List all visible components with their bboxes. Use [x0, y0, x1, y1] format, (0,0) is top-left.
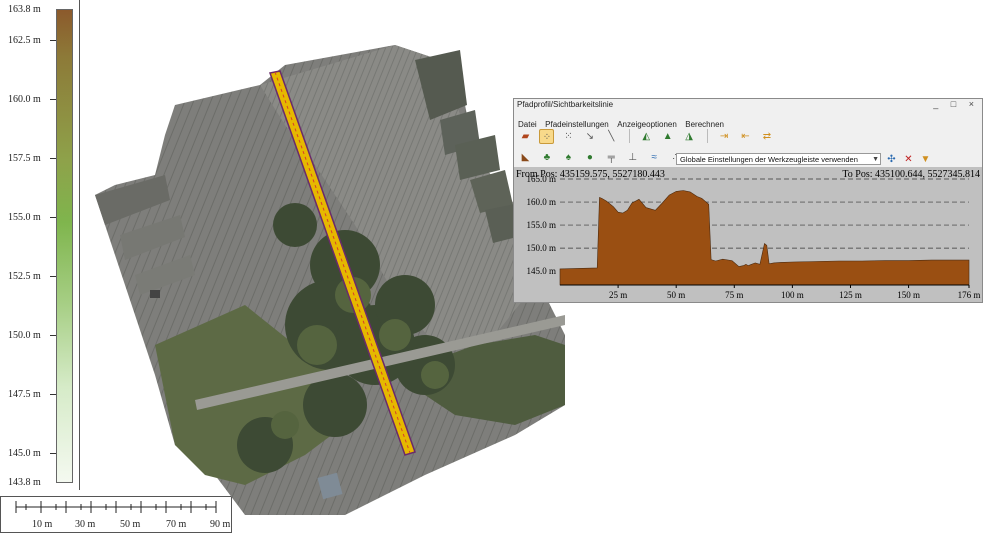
x-tick-label: 125 m [839, 290, 862, 300]
window-title: Pfadprofil/Sichtbarkeitslinie [517, 100, 614, 109]
scale-label: 30 m [75, 519, 96, 530]
arrow-right-icon[interactable]: ⇥ [717, 129, 732, 144]
toolbar-settings-value: Globale Einstellungen der Werkzeugleiste… [680, 155, 858, 164]
water-icon[interactable]: ≈ [647, 150, 662, 165]
tools-icon[interactable]: ✣ [884, 152, 899, 167]
x-tick-label: 176 m [958, 290, 981, 300]
y-tick-label: 165.0 m [526, 174, 556, 184]
menu-pfadeinstellungen[interactable]: Pfadeinstellungen [545, 120, 609, 129]
minimize-button[interactable]: _ [933, 99, 943, 109]
elevation-profile-chart[interactable]: 165.0 m 160.0 m 155.0 m 150.0 m 145.0 m 25 m 5… [514, 167, 982, 302]
filter-icon[interactable]: ▼ [918, 152, 933, 167]
elevation-legend: 163.8 m 162.5 m 160.0 m 157.5 m 155.0 m … [0, 0, 80, 490]
mountain-icon[interactable]: ▲ [660, 129, 675, 144]
chevron-down-icon[interactable]: ▼ [872, 154, 879, 165]
legend-label: 150.0 m [8, 330, 41, 341]
x-tick-label: 75 m [725, 290, 743, 300]
legend-label: 143.8 m [8, 477, 41, 488]
legend-label: 162.5 m [8, 35, 41, 46]
arrow-left-icon[interactable]: ⇤ [738, 129, 753, 144]
scale-label: 50 m [120, 519, 141, 530]
legend-label: 157.5 m [8, 153, 41, 164]
elevation-color-ramp [56, 9, 73, 483]
profile-points-icon[interactable]: ⁘ [539, 129, 555, 144]
vegetation-icon[interactable]: ♣ [539, 150, 554, 165]
path-profile-window[interactable]: Pfadprofil/Sichtbarkeitslinie _ □ × Date… [513, 98, 983, 303]
clear-icon[interactable]: ✕ [901, 152, 916, 167]
grid-points-icon[interactable]: ⁙ [561, 129, 576, 144]
mountain-alt-icon[interactable]: ◮ [682, 129, 697, 144]
elevation-area [559, 190, 970, 286]
menu-anzeigeoptionen[interactable]: Anzeigeoptionen [617, 120, 677, 129]
menu-datei[interactable]: Datei [518, 120, 537, 129]
terrain-icon[interactable]: ◭ [639, 129, 654, 144]
close-button[interactable]: × [969, 99, 979, 109]
ruler-icon[interactable]: ▰ [518, 129, 533, 144]
tree-icon[interactable]: ♠ [561, 150, 576, 165]
toolbar-row-1: ▰ ⁘ ⁙ ↘ ╲ ◭ ▲ ◮ ⇥ ⇤ ⇄ [518, 129, 776, 146]
legend-label: 145.0 m [8, 448, 41, 459]
scale-label: 90 m [210, 519, 231, 530]
arrow-swap-icon[interactable]: ⇄ [759, 129, 774, 144]
x-tick-label: 100 m [781, 290, 804, 300]
line-draw-icon[interactable]: ╲ [604, 129, 619, 144]
y-tick-label: 160.0 m [526, 197, 556, 207]
legend-label: 155.0 m [8, 212, 41, 223]
elevation-icon[interactable]: ◣ [518, 150, 533, 165]
legend-label: 152.5 m [8, 271, 41, 282]
y-tick-label: 145.0 m [526, 266, 556, 276]
line-select-icon[interactable]: ↘ [582, 129, 597, 144]
tree-round-icon[interactable]: ● [582, 150, 597, 165]
aerial-map[interactable] [95, 45, 575, 515]
menubar: Datei Pfadeinstellungen Anzeigeoptionen … [514, 113, 982, 129]
toolbar-settings-select[interactable]: Globale Einstellungen der Werkzeugleiste… [676, 153, 881, 165]
antenna-icon[interactable]: ⊥ [625, 150, 640, 165]
legend-label: 163.8 m [8, 4, 41, 15]
y-tick-label: 150.0 m [526, 243, 556, 253]
scale-label: 70 m [166, 519, 187, 530]
legend-label: 147.5 m [8, 389, 41, 400]
tower-icon[interactable]: ╤ [604, 150, 619, 165]
menu-berechnen[interactable]: Berechnen [685, 120, 724, 129]
scale-label: 10 m [32, 519, 53, 530]
legend-label: 160.0 m [8, 94, 41, 105]
x-tick-label: 50 m [667, 290, 685, 300]
maximize-button[interactable]: □ [951, 99, 961, 109]
x-tick-label: 25 m [609, 290, 627, 300]
window-titlebar[interactable]: Pfadprofil/Sichtbarkeitslinie _ □ × [514, 99, 982, 112]
y-tick-label: 155.0 m [526, 220, 556, 230]
x-tick-label: 150 m [897, 290, 920, 300]
